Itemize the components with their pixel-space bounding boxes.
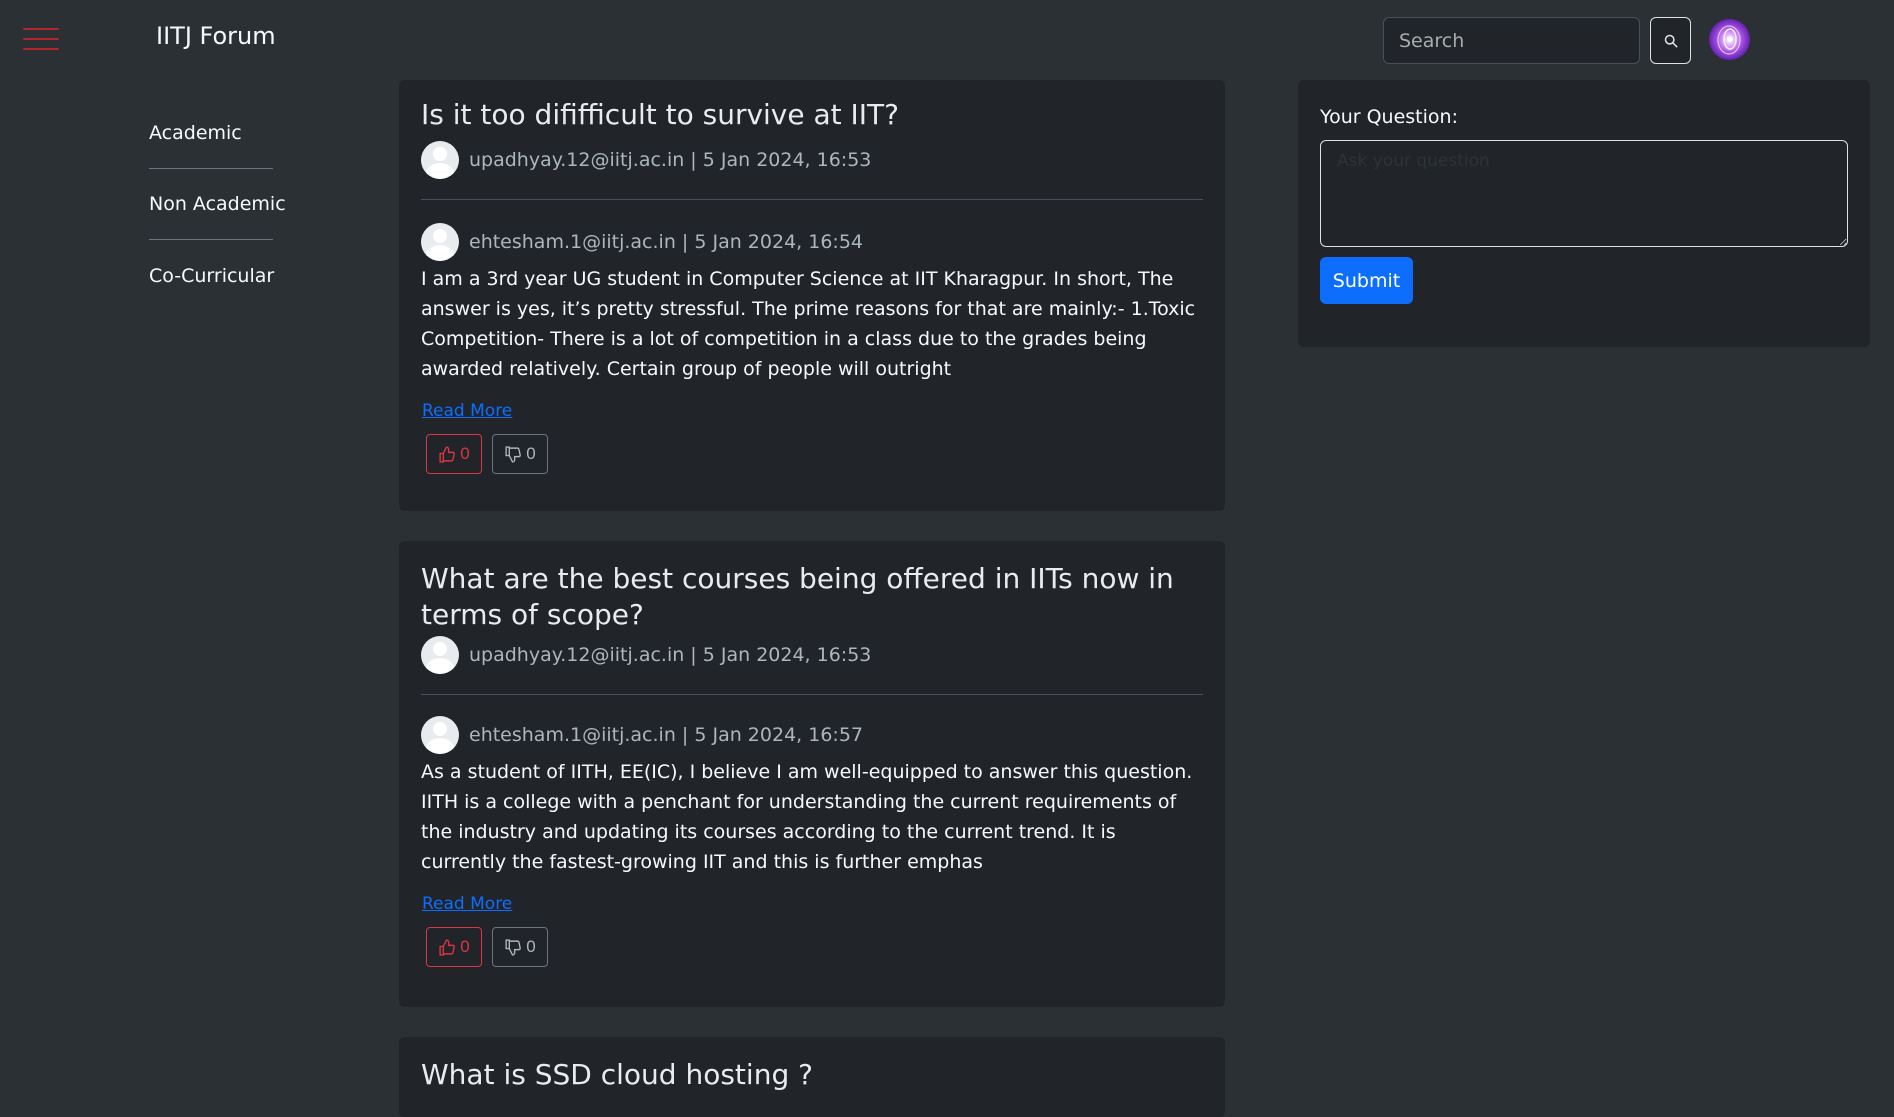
dislike-count: 0	[526, 937, 536, 956]
submit-button[interactable]: Submit	[1320, 257, 1413, 304]
hamburger-menu-icon[interactable]	[23, 26, 59, 52]
category-sidebar: Academic Non Academic Co-Curricular	[149, 98, 286, 311]
answer-text: As a student of IITH, EE(IC), I believe …	[421, 761, 1193, 873]
question-card: What are the best courses being offered …	[399, 541, 1225, 1007]
like-button[interactable]: 0	[426, 434, 482, 474]
question-meta: upadhyay.12@iitj.ac.in | 5 Jan 2024, 16:…	[421, 140, 1203, 180]
read-more-link[interactable]: Read More	[422, 894, 512, 914]
like-button[interactable]: 0	[426, 927, 482, 967]
search-icon	[1664, 34, 1677, 47]
question-title[interactable]: What are the best courses being offered …	[421, 561, 1203, 633]
search-button[interactable]	[1650, 17, 1691, 64]
like-count: 0	[460, 444, 470, 463]
sidebar-item-co-curricular[interactable]: Co-Curricular	[149, 240, 274, 311]
avatar-image	[1717, 25, 1741, 55]
divider	[421, 199, 1203, 200]
ask-question-panel: Your Question: Submit	[1298, 80, 1870, 347]
answer-author: ehtesham.1@iitj.ac.in | 5 Jan 2024, 16:5…	[469, 231, 863, 253]
dislike-count: 0	[526, 444, 536, 463]
user-avatar-icon	[421, 636, 459, 674]
answer-meta: ehtesham.1@iitj.ac.in | 5 Jan 2024, 16:5…	[421, 715, 1203, 755]
read-more-link[interactable]: Read More	[422, 401, 512, 421]
user-avatar[interactable]	[1709, 19, 1750, 60]
question-title[interactable]: Is it too dififficult to survive at IIT?	[421, 97, 1203, 133]
dislike-button[interactable]: 0	[492, 927, 548, 967]
question-author: upadhyay.12@iitj.ac.in | 5 Jan 2024, 16:…	[469, 149, 872, 171]
thumbs-up-icon	[439, 938, 456, 956]
sidebar-item-academic[interactable]: Academic	[149, 98, 273, 169]
brand-title[interactable]: IITJ Forum	[156, 22, 276, 50]
thumbs-up-icon	[439, 445, 456, 463]
like-count: 0	[460, 937, 470, 956]
question-card: What is SSD cloud hosting ?	[399, 1037, 1225, 1117]
dislike-button[interactable]: 0	[492, 434, 548, 474]
sidebar-item-non-academic[interactable]: Non Academic	[149, 169, 286, 240]
question-meta: upadhyay.12@iitj.ac.in | 5 Jan 2024, 16:…	[421, 635, 1203, 675]
user-avatar-icon	[421, 716, 459, 754]
question-title[interactable]: What is SSD cloud hosting ?	[421, 1057, 1203, 1093]
question-label: Your Question:	[1320, 106, 1458, 128]
answer-meta: ehtesham.1@iitj.ac.in | 5 Jan 2024, 16:5…	[421, 222, 1203, 262]
thumbs-down-icon	[505, 938, 522, 956]
vote-buttons: 0 0	[426, 927, 1203, 967]
thumbs-down-icon	[505, 445, 522, 463]
answer-text: I am a 3rd year UG student in Computer S…	[421, 268, 1196, 380]
question-card: Is it too dififficult to survive at IIT?…	[399, 80, 1225, 511]
search-input[interactable]	[1383, 17, 1640, 64]
answer-author: ehtesham.1@iitj.ac.in | 5 Jan 2024, 16:5…	[469, 724, 863, 746]
user-avatar-icon	[421, 223, 459, 261]
question-author: upadhyay.12@iitj.ac.in | 5 Jan 2024, 16:…	[469, 644, 872, 666]
user-avatar-icon	[421, 141, 459, 179]
question-textarea[interactable]	[1320, 140, 1848, 247]
top-navbar: IITJ Forum	[0, 0, 1894, 78]
divider	[421, 694, 1203, 695]
vote-buttons: 0 0	[426, 434, 1203, 474]
